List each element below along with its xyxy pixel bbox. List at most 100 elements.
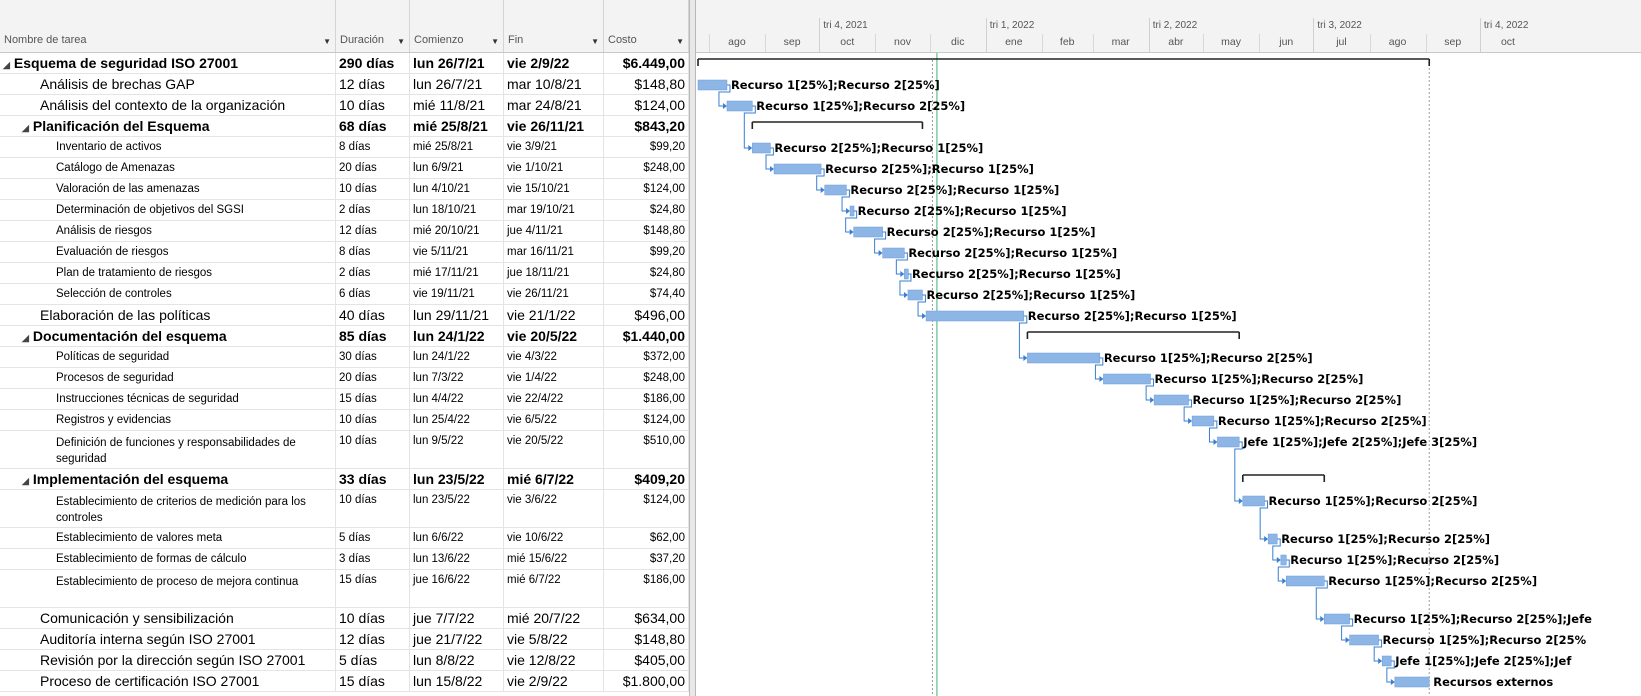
task-name-cell[interactable]: Análisis de brechas GAP — [0, 74, 336, 94]
task-dur-cell[interactable]: 20 días — [336, 368, 410, 388]
task-start-cell[interactable]: lun 6/6/22 — [410, 528, 504, 548]
task-name-cell[interactable]: Establecimiento de formas de cálculo — [0, 549, 336, 569]
column-header-duration[interactable]: Duración ▼ — [336, 0, 410, 52]
task-finish-cell[interactable]: vie 1/4/22 — [504, 368, 604, 388]
task-dur-cell[interactable]: 10 días — [336, 490, 410, 527]
task-start-cell[interactable]: lun 7/3/22 — [410, 368, 504, 388]
task-start-cell[interactable]: lun 24/1/22 — [410, 347, 504, 367]
task-finish-cell[interactable]: vie 4/3/22 — [504, 347, 604, 367]
task-cost-cell[interactable]: $124,00 — [604, 179, 689, 199]
task-start-cell[interactable]: lun 23/5/22 — [410, 469, 504, 489]
task-finish-cell[interactable]: vie 1/10/21 — [504, 158, 604, 178]
task-name-cell[interactable]: Análisis del contexto de la organización — [0, 95, 336, 115]
task-cost-cell[interactable]: $24,80 — [604, 263, 689, 283]
task-row[interactable]: Catálogo de Amenazas 20 días lun 6/9/21 vie… — [0, 158, 689, 179]
task-cost-cell[interactable]: $148,80 — [604, 74, 689, 94]
task-cost-cell[interactable]: $248,00 — [604, 158, 689, 178]
task-dur-cell[interactable]: 12 días — [336, 629, 410, 649]
task-name-cell[interactable]: ◢ Planificación del Esquema — [0, 116, 336, 136]
task-start-cell[interactable]: mié 17/11/21 — [410, 263, 504, 283]
task-finish-cell[interactable]: mié 6/7/22 — [504, 469, 604, 489]
task-name-cell[interactable]: Establecimiento de valores meta — [0, 528, 336, 548]
task-cost-cell[interactable]: $148,80 — [604, 629, 689, 649]
task-finish-cell[interactable]: vie 21/1/22 — [504, 305, 604, 325]
task-name-cell[interactable]: Políticas de seguridad — [0, 347, 336, 367]
task-dur-cell[interactable]: 15 días — [336, 389, 410, 409]
task-name-cell[interactable]: Proceso de certificación ISO 27001 — [0, 671, 336, 691]
task-start-cell[interactable]: lun 9/5/22 — [410, 431, 504, 468]
task-name-cell[interactable]: ◢ Esquema de seguridad ISO 27001 — [0, 53, 336, 73]
task-cost-cell[interactable]: $843,20 — [604, 116, 689, 136]
task-name-cell[interactable]: Evaluación de riesgos — [0, 242, 336, 262]
task-dur-cell[interactable]: 10 días — [336, 608, 410, 628]
task-dur-cell[interactable]: 30 días — [336, 347, 410, 367]
task-finish-cell[interactable]: vie 3/6/22 — [504, 490, 604, 527]
task-name-cell[interactable]: Definición de funciones y responsabilida… — [0, 431, 336, 468]
task-row[interactable]: Establecimiento de proceso de mejora con… — [0, 570, 689, 608]
task-start-cell[interactable]: lun 4/4/22 — [410, 389, 504, 409]
task-dur-cell[interactable]: 10 días — [336, 431, 410, 468]
task-cost-cell[interactable]: $409,20 — [604, 469, 689, 489]
task-finish-cell[interactable]: mar 16/11/21 — [504, 242, 604, 262]
task-finish-cell[interactable]: mié 15/6/22 — [504, 549, 604, 569]
task-cost-cell[interactable]: $37,20 — [604, 549, 689, 569]
collapse-icon[interactable]: ◢ — [22, 123, 29, 133]
task-start-cell[interactable]: jue 16/6/22 — [410, 570, 504, 607]
task-cost-cell[interactable]: $6.449,00 — [604, 53, 689, 73]
task-finish-cell[interactable]: jue 4/11/21 — [504, 221, 604, 241]
task-finish-cell[interactable]: vie 26/11/21 — [504, 116, 604, 136]
task-start-cell[interactable]: vie 19/11/21 — [410, 284, 504, 304]
task-finish-cell[interactable]: mié 20/7/22 — [504, 608, 604, 628]
task-dur-cell[interactable]: 10 días — [336, 95, 410, 115]
task-row[interactable]: Proceso de certificación ISO 27001 15 día… — [0, 671, 689, 692]
task-row[interactable]: ◢ Planificación del Esquema 68 días mié 25/… — [0, 116, 689, 137]
task-row[interactable]: Análisis del contexto de la organización… — [0, 95, 689, 116]
task-finish-cell[interactable]: mar 19/10/21 — [504, 200, 604, 220]
task-start-cell[interactable]: lun 26/7/21 — [410, 53, 504, 73]
task-finish-cell[interactable]: vie 26/11/21 — [504, 284, 604, 304]
task-name-cell[interactable]: ◢ Implementación del esquema — [0, 469, 336, 489]
task-cost-cell[interactable]: $148,80 — [604, 221, 689, 241]
task-row[interactable]: Análisis de brechas GAP 12 días lun 26/7/2… — [0, 74, 689, 95]
task-cost-cell[interactable]: $62,00 — [604, 528, 689, 548]
task-dur-cell[interactable]: 2 días — [336, 200, 410, 220]
task-start-cell[interactable]: lun 15/8/22 — [410, 671, 504, 691]
task-row[interactable]: Procesos de seguridad 20 días lun 7/3/22 vi… — [0, 368, 689, 389]
task-row[interactable]: Establecimiento de formas de cálculo 3 dí… — [0, 549, 689, 570]
task-cost-cell[interactable]: $1.800,00 — [604, 671, 689, 691]
task-cost-cell[interactable]: $124,00 — [604, 95, 689, 115]
task-start-cell[interactable]: lun 26/7/21 — [410, 74, 504, 94]
task-name-cell[interactable]: Revisión por la dirección según ISO 2700… — [0, 650, 336, 670]
task-name-cell[interactable]: Valoración de las amenazas — [0, 179, 336, 199]
task-start-cell[interactable]: mié 25/8/21 — [410, 137, 504, 157]
task-finish-cell[interactable]: vie 15/10/21 — [504, 179, 604, 199]
task-dur-cell[interactable]: 15 días — [336, 671, 410, 691]
task-cost-cell[interactable]: $405,00 — [604, 650, 689, 670]
task-finish-cell[interactable]: mié 6/7/22 — [504, 570, 604, 607]
task-start-cell[interactable]: lun 6/9/21 — [410, 158, 504, 178]
task-name-cell[interactable]: Determinación de objetivos del SGSI — [0, 200, 336, 220]
task-dur-cell[interactable]: 8 días — [336, 137, 410, 157]
task-finish-cell[interactable]: vie 20/5/22 — [504, 431, 604, 468]
task-dur-cell[interactable]: 40 días — [336, 305, 410, 325]
task-cost-cell[interactable]: $186,00 — [604, 389, 689, 409]
task-finish-cell[interactable]: mar 10/8/21 — [504, 74, 604, 94]
task-name-cell[interactable]: Análisis de riesgos — [0, 221, 336, 241]
task-dur-cell[interactable]: 2 días — [336, 263, 410, 283]
task-row[interactable]: ◢ Implementación del esquema 33 días lun 23… — [0, 469, 689, 490]
task-row[interactable]: Políticas de seguridad 30 días lun 24/1/22… — [0, 347, 689, 368]
task-finish-cell[interactable]: vie 5/8/22 — [504, 629, 604, 649]
chevron-down-icon[interactable]: ▼ — [676, 37, 684, 46]
task-dur-cell[interactable]: 5 días — [336, 528, 410, 548]
chevron-down-icon[interactable]: ▼ — [397, 37, 405, 46]
task-start-cell[interactable]: mié 25/8/21 — [410, 116, 504, 136]
task-start-cell[interactable]: mié 11/8/21 — [410, 95, 504, 115]
task-name-cell[interactable]: Elaboración de las políticas — [0, 305, 336, 325]
task-dur-cell[interactable]: 3 días — [336, 549, 410, 569]
task-row[interactable]: Análisis de riesgos 12 días mié 20/10/21 ju… — [0, 221, 689, 242]
task-row[interactable]: Revisión por la dirección según ISO 2700… — [0, 650, 689, 671]
task-finish-cell[interactable]: mar 24/8/21 — [504, 95, 604, 115]
task-cost-cell[interactable]: $496,00 — [604, 305, 689, 325]
task-start-cell[interactable]: lun 8/8/22 — [410, 650, 504, 670]
task-start-cell[interactable]: lun 13/6/22 — [410, 549, 504, 569]
